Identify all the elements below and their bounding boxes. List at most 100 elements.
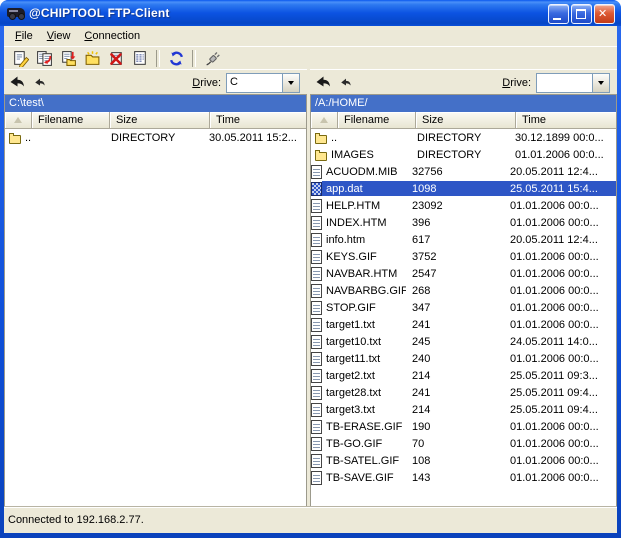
local-path-bar[interactable]: C:\test\ xyxy=(5,95,306,112)
doc-icon xyxy=(311,369,322,383)
doc-icon xyxy=(311,386,322,400)
file-size: 32756 xyxy=(406,164,506,179)
file-name: NAVBAR.HTM xyxy=(322,266,406,281)
right-undo-button[interactable] xyxy=(337,74,355,91)
file-row[interactable]: TB-SATEL.GIF 108 01.01.2006 00:0... xyxy=(311,452,616,469)
connect-button[interactable] xyxy=(200,49,224,69)
file-row[interactable]: .. DIRECTORY 30.12.1899 00:0... xyxy=(311,129,616,146)
close-button[interactable]: ✕ xyxy=(594,4,615,24)
local-size-column-header[interactable]: Size xyxy=(110,112,210,129)
folder-icon xyxy=(315,135,327,144)
file-row[interactable]: IMAGES DIRECTORY 01.01.2006 00:0... xyxy=(311,146,616,163)
refresh-button[interactable] xyxy=(164,49,188,69)
file-name: NAVBARBG.GIF xyxy=(322,283,406,298)
file-name: STOP.GIF xyxy=(322,300,406,315)
remote-size-column-header[interactable]: Size xyxy=(416,112,516,129)
file-size: 2547 xyxy=(406,266,506,281)
new-folder-button[interactable] xyxy=(80,49,104,69)
file-list-icon xyxy=(132,50,149,67)
doc-icon xyxy=(311,454,322,468)
file-size: 108 xyxy=(406,453,506,468)
copy-button[interactable] xyxy=(32,49,56,69)
menu-file[interactable]: File xyxy=(8,28,40,44)
right-drive-dropdown-button[interactable] xyxy=(592,74,609,92)
refresh-icon xyxy=(168,50,185,67)
toolbar-separator xyxy=(192,50,196,67)
minimize-icon xyxy=(553,18,561,20)
doc-icon xyxy=(311,250,322,264)
left-drive-dropdown-button[interactable] xyxy=(282,74,299,92)
file-row[interactable]: KEYS.GIF 3752 01.01.2006 00:0... xyxy=(311,248,616,265)
local-file-pane: C:\test\ Filename Size Time .. DIRECTORY… xyxy=(4,94,307,507)
connect-icon xyxy=(204,50,221,67)
file-size: 617 xyxy=(406,232,506,247)
file-name: .. xyxy=(21,130,105,145)
remote-time-column-header[interactable]: Time xyxy=(516,112,616,129)
delete-file-button[interactable] xyxy=(104,49,128,69)
minimize-button[interactable] xyxy=(548,4,569,24)
file-row[interactable]: target3.txt 214 25.05.2011 09:4... xyxy=(311,401,616,418)
doc-icon xyxy=(311,437,322,451)
file-list-button[interactable] xyxy=(128,49,152,69)
file-name: KEYS.GIF xyxy=(322,249,406,264)
edit-file-button[interactable] xyxy=(8,49,32,69)
file-row[interactable]: TB-ERASE.GIF 190 01.01.2006 00:0... xyxy=(311,418,616,435)
remote-filename-column-header[interactable]: Filename xyxy=(338,112,416,129)
file-time: 01.01.2006 00:0... xyxy=(506,351,616,366)
file-size: DIRECTORY xyxy=(105,130,205,145)
file-row[interactable]: ACUODM.MIB 32756 20.05.2011 12:4... xyxy=(311,163,616,180)
sort-ascending-icon xyxy=(320,117,328,123)
file-time: 01.01.2006 00:0... xyxy=(506,198,616,213)
file-time: 20.05.2011 12:4... xyxy=(506,164,616,179)
file-row[interactable]: info.htm 617 20.05.2011 12:4... xyxy=(311,231,616,248)
doc-icon xyxy=(311,216,322,230)
left-drive-combobox[interactable]: C xyxy=(226,73,300,93)
file-row[interactable]: app.dat 1098 25.05.2011 15:4... xyxy=(311,180,616,197)
binary-icon xyxy=(311,182,322,196)
file-time: 25.05.2011 09:4... xyxy=(506,402,616,417)
file-time: 01.01.2006 00:0... xyxy=(506,283,616,298)
doc-icon xyxy=(311,420,322,434)
remote-path-bar[interactable]: /A:/HOME/ xyxy=(311,95,616,112)
file-name: target11.txt xyxy=(322,351,406,366)
close-icon: ✕ xyxy=(598,7,607,20)
file-row[interactable]: .. DIRECTORY 30.05.2011 15:2... xyxy=(5,129,306,146)
file-row[interactable]: TB-GO.GIF 70 01.01.2006 00:0... xyxy=(311,435,616,452)
local-time-column-header[interactable]: Time xyxy=(210,112,306,129)
maximize-button[interactable] xyxy=(571,4,592,24)
file-row[interactable]: INDEX.HTM 396 01.01.2006 00:0... xyxy=(311,214,616,231)
left-back-button[interactable] xyxy=(8,74,26,91)
doc-icon xyxy=(311,318,322,332)
file-size: DIRECTORY xyxy=(411,147,511,162)
local-filename-column-header[interactable]: Filename xyxy=(32,112,110,129)
file-row[interactable]: target28.txt 241 25.05.2011 09:4... xyxy=(311,384,616,401)
file-row[interactable]: TB-SAVE.GIF 143 01.01.2006 00:0... xyxy=(311,469,616,486)
right-back-button[interactable] xyxy=(314,74,332,91)
remote-sort-column-header[interactable] xyxy=(311,112,338,129)
file-name: .. xyxy=(327,130,411,145)
file-row[interactable]: target10.txt 245 24.05.2011 14:0... xyxy=(311,333,616,350)
right-drive-combobox[interactable] xyxy=(536,73,610,93)
file-row[interactable]: target2.txt 214 25.05.2011 09:3... xyxy=(311,367,616,384)
local-sort-column-header[interactable] xyxy=(5,112,32,129)
file-row[interactable]: target1.txt 241 01.01.2006 00:0... xyxy=(311,316,616,333)
doc-icon xyxy=(311,403,322,417)
menu-connection[interactable]: Connection xyxy=(77,28,147,44)
menu-view[interactable]: View xyxy=(40,28,78,44)
file-time: 30.05.2011 15:2... xyxy=(205,130,306,145)
delete-file-icon xyxy=(108,50,125,67)
new-folder-icon xyxy=(84,50,101,67)
left-undo-button[interactable] xyxy=(31,74,49,91)
file-row[interactable]: NAVBAR.HTM 2547 01.01.2006 00:0... xyxy=(311,265,616,282)
file-row[interactable]: NAVBARBG.GIF 268 01.01.2006 00:0... xyxy=(311,282,616,299)
file-time: 25.05.2011 15:4... xyxy=(506,181,616,196)
title-bar[interactable]: @CHIPTOOL FTP-Client ✕ xyxy=(0,0,621,26)
local-column-header: Filename Size Time xyxy=(5,112,306,129)
file-row[interactable]: HELP.HTM 23092 01.01.2006 00:0... xyxy=(311,197,616,214)
file-name: app.dat xyxy=(322,181,406,196)
file-row[interactable]: STOP.GIF 347 01.01.2006 00:0... xyxy=(311,299,616,316)
file-row[interactable]: target11.txt 240 01.01.2006 00:0... xyxy=(311,350,616,367)
download-file-button[interactable] xyxy=(56,49,80,69)
sort-ascending-icon xyxy=(14,117,22,123)
file-time: 25.05.2011 09:3... xyxy=(506,368,616,383)
